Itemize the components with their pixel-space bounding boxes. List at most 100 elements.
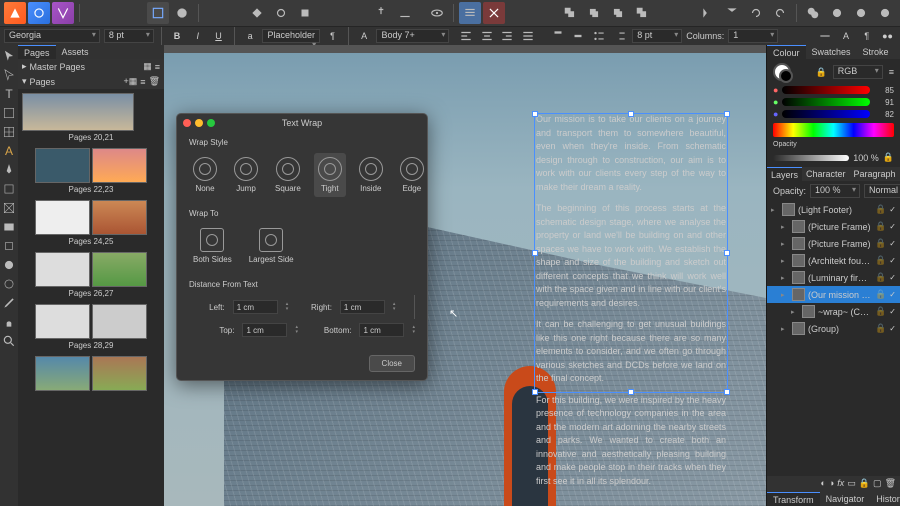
text-tool-icon[interactable]: T: [0, 85, 18, 103]
red-slider[interactable]: [782, 86, 870, 94]
fx-icon[interactable]: fx: [837, 478, 844, 490]
stroke-tab[interactable]: Stroke: [857, 45, 895, 59]
layer-lock-icon[interactable]: 🔒: [875, 272, 886, 283]
layer-item[interactable]: ▸(Architekt founder Frank )🔒✓: [767, 252, 900, 269]
pen-tool-icon[interactable]: [0, 161, 18, 179]
handle-bl[interactable]: [532, 389, 538, 395]
layer-lock-icon[interactable]: 🔒: [875, 238, 886, 249]
blue-slider[interactable]: [782, 110, 870, 118]
mask-icon[interactable]: ◐: [820, 478, 825, 490]
place-image-icon[interactable]: [0, 218, 18, 236]
bool-subtract-icon[interactable]: [826, 2, 848, 24]
italic-icon[interactable]: I: [189, 25, 206, 47]
handle-br[interactable]: [724, 389, 730, 395]
tabstops-icon[interactable]: [817, 25, 834, 47]
colour-mode-select[interactable]: RGB: [833, 65, 883, 79]
page-thumb-4r[interactable]: [92, 252, 147, 287]
table-tool-icon[interactable]: [0, 123, 18, 141]
dist-top-input[interactable]: [242, 323, 287, 337]
view-tool-icon[interactable]: [0, 313, 18, 331]
expand-arrow-icon[interactable]: ▸: [791, 308, 799, 316]
layer-item[interactable]: ▸(Picture Frame)🔒✓: [767, 218, 900, 235]
page-thumb-2r[interactable]: [92, 148, 147, 183]
layer-item[interactable]: ▸(Picture Frame)🔒✓: [767, 235, 900, 252]
page-thumb-4l[interactable]: [35, 252, 90, 287]
wrap-edge[interactable]: Edge: [396, 153, 428, 197]
node-tool-icon[interactable]: [0, 66, 18, 84]
spinner-icon[interactable]: ▴▾: [286, 302, 289, 312]
flip-h-icon[interactable]: [697, 2, 719, 24]
zoom-window-icon[interactable]: [207, 119, 215, 127]
handle-tr[interactable]: [724, 111, 730, 117]
master-pages-header[interactable]: ▸Master Pages ▦ ≡: [18, 59, 164, 74]
page-thumb-5l[interactable]: [35, 304, 90, 339]
wrap-both-sides[interactable]: Both Sides: [189, 224, 236, 268]
align-left-icon[interactable]: [457, 25, 474, 47]
swatches-tab[interactable]: Swatches: [806, 45, 857, 59]
close-button[interactable]: Close: [369, 355, 415, 372]
bool-intersect-icon[interactable]: [850, 2, 872, 24]
transparency-tool-icon[interactable]: [0, 275, 18, 293]
layer-visible-check[interactable]: ✓: [889, 324, 896, 333]
layer-opacity-select[interactable]: 100 %: [810, 184, 860, 198]
layer-lock-icon[interactable]: 🔒: [875, 289, 886, 300]
page-thumb-5r[interactable]: [92, 304, 147, 339]
wrap-jump[interactable]: Jump: [230, 153, 262, 197]
dist-left-input[interactable]: [233, 300, 278, 314]
layer-lock-icon[interactable]: 🔒: [875, 204, 886, 215]
adjustment-icon[interactable]: ◑: [829, 478, 834, 490]
handle-t[interactable]: [628, 111, 634, 117]
wrap-square[interactable]: Square: [271, 153, 305, 197]
wrap-largest-side[interactable]: Largest Side: [245, 224, 298, 268]
delete-page-icon[interactable]: 🗑: [149, 76, 160, 87]
align-center-icon[interactable]: [478, 25, 495, 47]
para-panel-icon[interactable]: ¶: [858, 25, 875, 47]
delete-layer-icon[interactable]: 🗑: [885, 478, 896, 490]
picture-frame-icon[interactable]: [0, 199, 18, 217]
transform-tab[interactable]: Transform: [767, 492, 820, 506]
lock-opacity-icon[interactable]: 🔒: [883, 152, 894, 163]
expand-arrow-icon[interactable]: ▸: [781, 325, 789, 333]
expand-arrow-icon[interactable]: ▸: [781, 240, 789, 248]
layer-item[interactable]: ▸(Light Footer)🔒✓: [767, 201, 900, 218]
colour-picker-icon[interactable]: [0, 294, 18, 312]
spinner-icon[interactable]: ▴▾: [295, 325, 298, 335]
style-icon[interactable]: A: [356, 25, 373, 47]
page-thumb-6l[interactable]: [35, 356, 90, 391]
fill-tool-icon[interactable]: [0, 256, 18, 274]
pages-header[interactable]: ▾Pages +▦ ≡ 🗑: [18, 74, 164, 89]
character-tab[interactable]: Character: [802, 167, 850, 181]
list-num-icon[interactable]: [611, 25, 628, 47]
minimize-window-icon[interactable]: [195, 119, 203, 127]
layer-lock-icon[interactable]: 🔒: [875, 323, 886, 334]
zoom-tool-icon[interactable]: [0, 332, 18, 350]
handle-tl[interactable]: [532, 111, 538, 117]
flip-v-icon[interactable]: [721, 2, 743, 24]
rotate-ccw-icon[interactable]: [745, 2, 767, 24]
arrange-front-icon[interactable]: [631, 2, 653, 24]
char-style-icon[interactable]: a: [242, 25, 259, 47]
paragraph-tab[interactable]: Paragraph: [850, 167, 900, 181]
navigator-tab[interactable]: Navigator: [820, 492, 871, 506]
bool-xor-icon[interactable]: [874, 2, 896, 24]
page-thumb-3l[interactable]: [35, 200, 90, 235]
layer-item[interactable]: ▸(Luminary firm reaches new)🔒✓: [767, 269, 900, 286]
preflight-icon[interactable]: [246, 2, 268, 24]
char-panel-icon[interactable]: A: [838, 25, 855, 47]
expand-arrow-icon[interactable]: ▸: [781, 274, 789, 282]
expand-arrow-icon[interactable]: ▸: [781, 257, 789, 265]
layer-lock-icon[interactable]: 🔒: [875, 255, 886, 266]
close-window-icon[interactable]: [183, 119, 191, 127]
layer-item[interactable]: ▸(Group)🔒✓: [767, 320, 900, 337]
frame-text-tool-icon[interactable]: [0, 104, 18, 122]
layer-visible-check[interactable]: ✓: [889, 205, 896, 214]
arrange-backward-icon[interactable]: [583, 2, 605, 24]
layer-visible-check[interactable]: ✓: [889, 222, 896, 231]
valign-top-icon[interactable]: [549, 25, 566, 47]
artistic-text-icon[interactable]: A: [0, 142, 18, 160]
list-bullet-icon[interactable]: [591, 25, 608, 47]
page-thumb-1[interactable]: [22, 93, 134, 131]
app-designer-icon[interactable]: [4, 2, 26, 24]
pin-icon[interactable]: [370, 2, 392, 24]
persona-btn-1[interactable]: [147, 2, 169, 24]
